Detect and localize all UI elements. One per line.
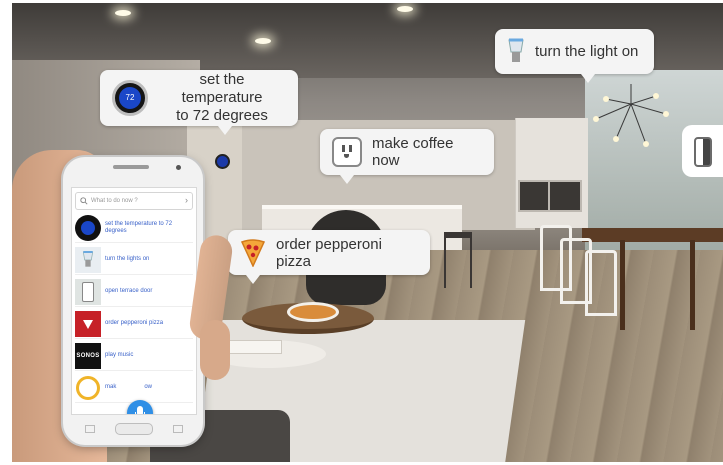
ring-icon [75, 374, 101, 401]
list-item[interactable]: order pepperoni pizza [75, 309, 193, 339]
list-item-label: set the temperature to 72 degrees [105, 220, 173, 234]
book [222, 340, 282, 354]
ceiling-light [255, 38, 271, 44]
wall-thermostat [215, 154, 230, 169]
thermostat-icon: 72 [112, 80, 148, 116]
dining-chair [585, 250, 617, 316]
phone-screen: What to do now ? › set the temperature t… [71, 187, 197, 415]
list-item-label: play music [105, 352, 134, 358]
bubble-coffee: make coffee now [320, 129, 494, 184]
search-placeholder: What to do now ? [91, 198, 138, 204]
dining-table [582, 228, 723, 242]
list-item-label: turn the lights on [105, 256, 150, 262]
list-item-label: open terrace door [105, 288, 153, 294]
wall-switch [682, 125, 723, 177]
home-button[interactable] [115, 423, 153, 435]
search-input[interactable]: What to do now ? › [75, 192, 193, 210]
table-leg [620, 240, 625, 330]
list-item[interactable]: SONOS play music [75, 341, 193, 371]
pizza-plate [287, 302, 339, 322]
chandelier [593, 84, 669, 147]
list-item[interactable]: open terrace door [75, 277, 193, 307]
command-list: set the temperature to 72 degrees turn t… [75, 213, 193, 405]
switch-icon [694, 137, 712, 167]
menu-key[interactable] [85, 425, 95, 433]
ceiling-light [397, 6, 413, 12]
image-border [0, 0, 12, 465]
finger [200, 320, 230, 380]
bubble-pizza: order pepperoni pizza [228, 230, 430, 284]
phone-speaker [113, 165, 149, 169]
list-item[interactable]: mak ow [75, 373, 193, 403]
search-icon [80, 197, 88, 205]
list-item-label: mak ow [105, 384, 153, 390]
pizza-icon [240, 238, 266, 267]
bubble-light: turn the light on [495, 29, 654, 83]
chevron-right-icon[interactable]: › [185, 195, 188, 205]
ceiling-light [115, 10, 131, 16]
phone-camera [176, 165, 181, 170]
smart-plug-icon [332, 137, 362, 167]
sonos-icon: SONOS [75, 342, 101, 369]
pizza-logo-icon [75, 310, 101, 337]
smart-home-scene: 72 set the temperature to 72 degrees tur… [0, 0, 723, 465]
bubble-text: turn the light on [535, 43, 639, 60]
table-leg [690, 240, 695, 330]
bar-stool [444, 232, 472, 288]
image-border [0, 0, 723, 3]
bubble-text: make coffee now [372, 135, 454, 169]
door-icon [75, 278, 101, 305]
thermostat-icon [75, 214, 101, 241]
lightbulb-icon [508, 38, 524, 62]
oven [548, 180, 582, 212]
bubble-thermostat: 72 set the temperature to 72 degrees [100, 70, 298, 135]
list-item[interactable]: turn the lights on [75, 245, 193, 275]
list-item-label: order pepperoni pizza [105, 320, 164, 326]
back-key[interactable] [173, 425, 183, 433]
smartphone: What to do now ? › set the temperature t… [63, 157, 203, 445]
oven [518, 180, 552, 212]
lightbulb-icon [75, 246, 101, 273]
bubble-text: order pepperoni pizza [276, 235, 382, 270]
list-item[interactable]: set the temperature to 72 degrees [75, 213, 193, 243]
bubble-text: set the temperature to 72 degrees [176, 71, 268, 124]
